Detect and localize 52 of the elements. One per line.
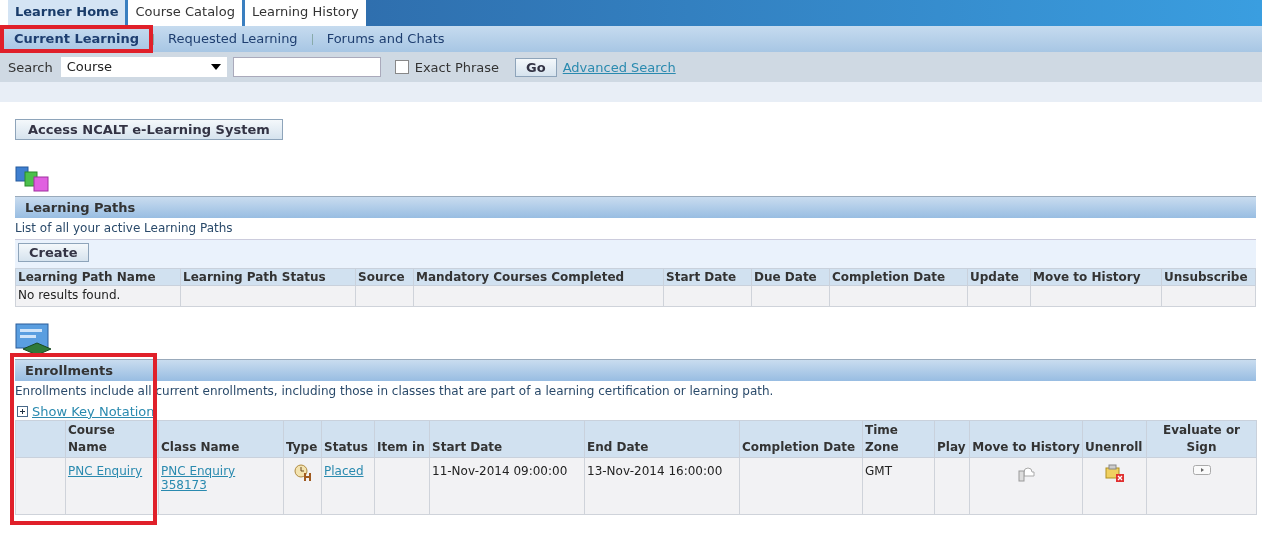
column-header: Play — [937, 440, 966, 454]
checkbox-label: Exact Phrase — [414, 59, 500, 75]
column-header: Move to History — [1030, 268, 1162, 286]
column-header: Update — [967, 268, 1031, 286]
table-link[interactable]: Placed — [324, 464, 364, 478]
column-header: Unenroll — [1085, 440, 1143, 454]
table-cell: 13-Nov-2014 16:00:00 — [587, 464, 723, 478]
show-key-notation-link[interactable]: Show Key Notation — [32, 403, 155, 419]
table-cell: GMT — [865, 464, 892, 478]
column-header: Source — [355, 268, 414, 286]
play-box-icon[interactable] — [1192, 465, 1211, 475]
subtab[interactable]: Current Learning — [0, 25, 153, 53]
column-header: Type — [286, 440, 318, 454]
scope-dropdown[interactable]: Course — [60, 57, 227, 77]
subtab[interactable]: Requested Learning — [154, 26, 312, 52]
column-header: Learning Path Name — [15, 268, 181, 286]
access-button[interactable]: Access NCALT e-Learning System — [15, 119, 283, 140]
table-link[interactable]: PNC Enquiry — [68, 464, 143, 478]
search-label: Search — [8, 59, 53, 75]
description: List of all your active Learning Paths — [15, 220, 234, 237]
search-field[interactable] — [232, 57, 381, 77]
column-header: Unsubscribe — [1161, 268, 1256, 286]
column-header: Evaluate or Sign — [1162, 423, 1241, 454]
table-cell: No results found. — [15, 285, 181, 307]
column-header: End Date — [587, 440, 649, 454]
subtab[interactable]: Forums and Chats — [312, 26, 459, 52]
go-button[interactable]: Go — [515, 57, 557, 77]
column-header: Status — [324, 440, 368, 454]
clock-chair-icon — [293, 464, 312, 482]
table-cell: 11-Nov-2014 09:00:00 — [432, 464, 568, 478]
column-header: Start Date — [432, 440, 503, 454]
cloud-door-icon[interactable] — [1016, 464, 1036, 482]
section-header: Enrollments — [15, 359, 1256, 381]
folder-remove-icon[interactable] — [1104, 464, 1125, 482]
create-button[interactable]: Create — [18, 243, 89, 262]
caret-icon — [210, 64, 221, 70]
column-header: Item in — [377, 440, 425, 454]
column-header: Time Zone — [865, 423, 899, 454]
column-header: Class Name — [161, 440, 240, 454]
description: Enrollments include all current enrollments, including those in classes that are part of a learning certification or learning path. — [15, 383, 775, 400]
section-header: Learning Paths — [15, 196, 1256, 218]
column-header: Move to History — [972, 440, 1080, 454]
tab[interactable]: Learner Home — [8, 0, 126, 26]
column-header: Completion Date — [829, 268, 968, 286]
column-header: Start Date — [663, 268, 752, 286]
column-header: Course Name — [68, 423, 115, 454]
checkbox[interactable] — [394, 60, 409, 74]
expand-icon[interactable] — [17, 405, 28, 417]
column-header: Mandatory Courses Completed — [413, 268, 664, 286]
column-header: Completion Date — [742, 440, 856, 454]
column-header: Learning Path Status — [180, 268, 356, 286]
column-header: Due Date — [751, 268, 830, 286]
